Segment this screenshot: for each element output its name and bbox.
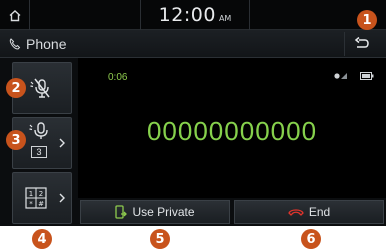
hang-up-icon (288, 209, 304, 216)
callout-marker: 4 (32, 229, 52, 249)
clock-time: 12:00 (158, 4, 216, 26)
battery-icon (360, 72, 374, 80)
clock: 12:00 AM (140, 0, 250, 30)
phone-number: 00000000000 (146, 116, 318, 146)
callout-marker: 6 (301, 229, 321, 249)
keypad-button[interactable]: 1 2 * # (12, 172, 72, 224)
chevron-right-icon (59, 138, 65, 148)
microphone-muted-icon (30, 78, 50, 98)
end-call-button[interactable]: End (234, 200, 384, 224)
handset-transfer-icon (115, 205, 128, 219)
clock-ampm: AM (218, 14, 232, 23)
page-title: Phone (8, 30, 66, 58)
callout-marker: 2 (6, 78, 26, 98)
call-duration: 0:06 (108, 72, 128, 83)
microphone-volume-level: 3 (31, 146, 47, 158)
svg-text:1: 1 (29, 190, 33, 198)
svg-text:*: * (29, 200, 33, 208)
signal-strength-icon (334, 73, 347, 79)
callout-marker: 1 (357, 10, 377, 30)
home-icon (9, 9, 20, 21)
page-title-text: Phone (26, 36, 67, 52)
callout-marker: 5 (150, 229, 170, 249)
back-button[interactable] (344, 32, 378, 56)
phone-call-screen: 12:00 AM Phone 3 1 2 * # 0:06 0000000000… (0, 0, 386, 249)
use-private-button[interactable]: Use Private (80, 200, 230, 224)
phone-icon (9, 38, 21, 50)
call-actions-bar: Use Private End (78, 198, 386, 226)
chevron-right-icon (59, 193, 65, 203)
svg-text:2: 2 (39, 190, 43, 198)
keypad-icon: 1 2 * # (25, 187, 47, 209)
end-call-label: End (308, 205, 331, 219)
use-private-label: Use Private (132, 205, 195, 219)
back-arrow-icon (354, 37, 369, 48)
microphone-volume-icon (29, 122, 48, 139)
svg-text:#: # (38, 200, 44, 208)
status-bar: 12:00 AM (0, 0, 386, 30)
callout-marker: 3 (6, 130, 26, 150)
title-bar: Phone (0, 30, 386, 58)
call-info-panel: 0:06 00000000000 (78, 58, 386, 198)
home-button[interactable] (0, 0, 30, 30)
